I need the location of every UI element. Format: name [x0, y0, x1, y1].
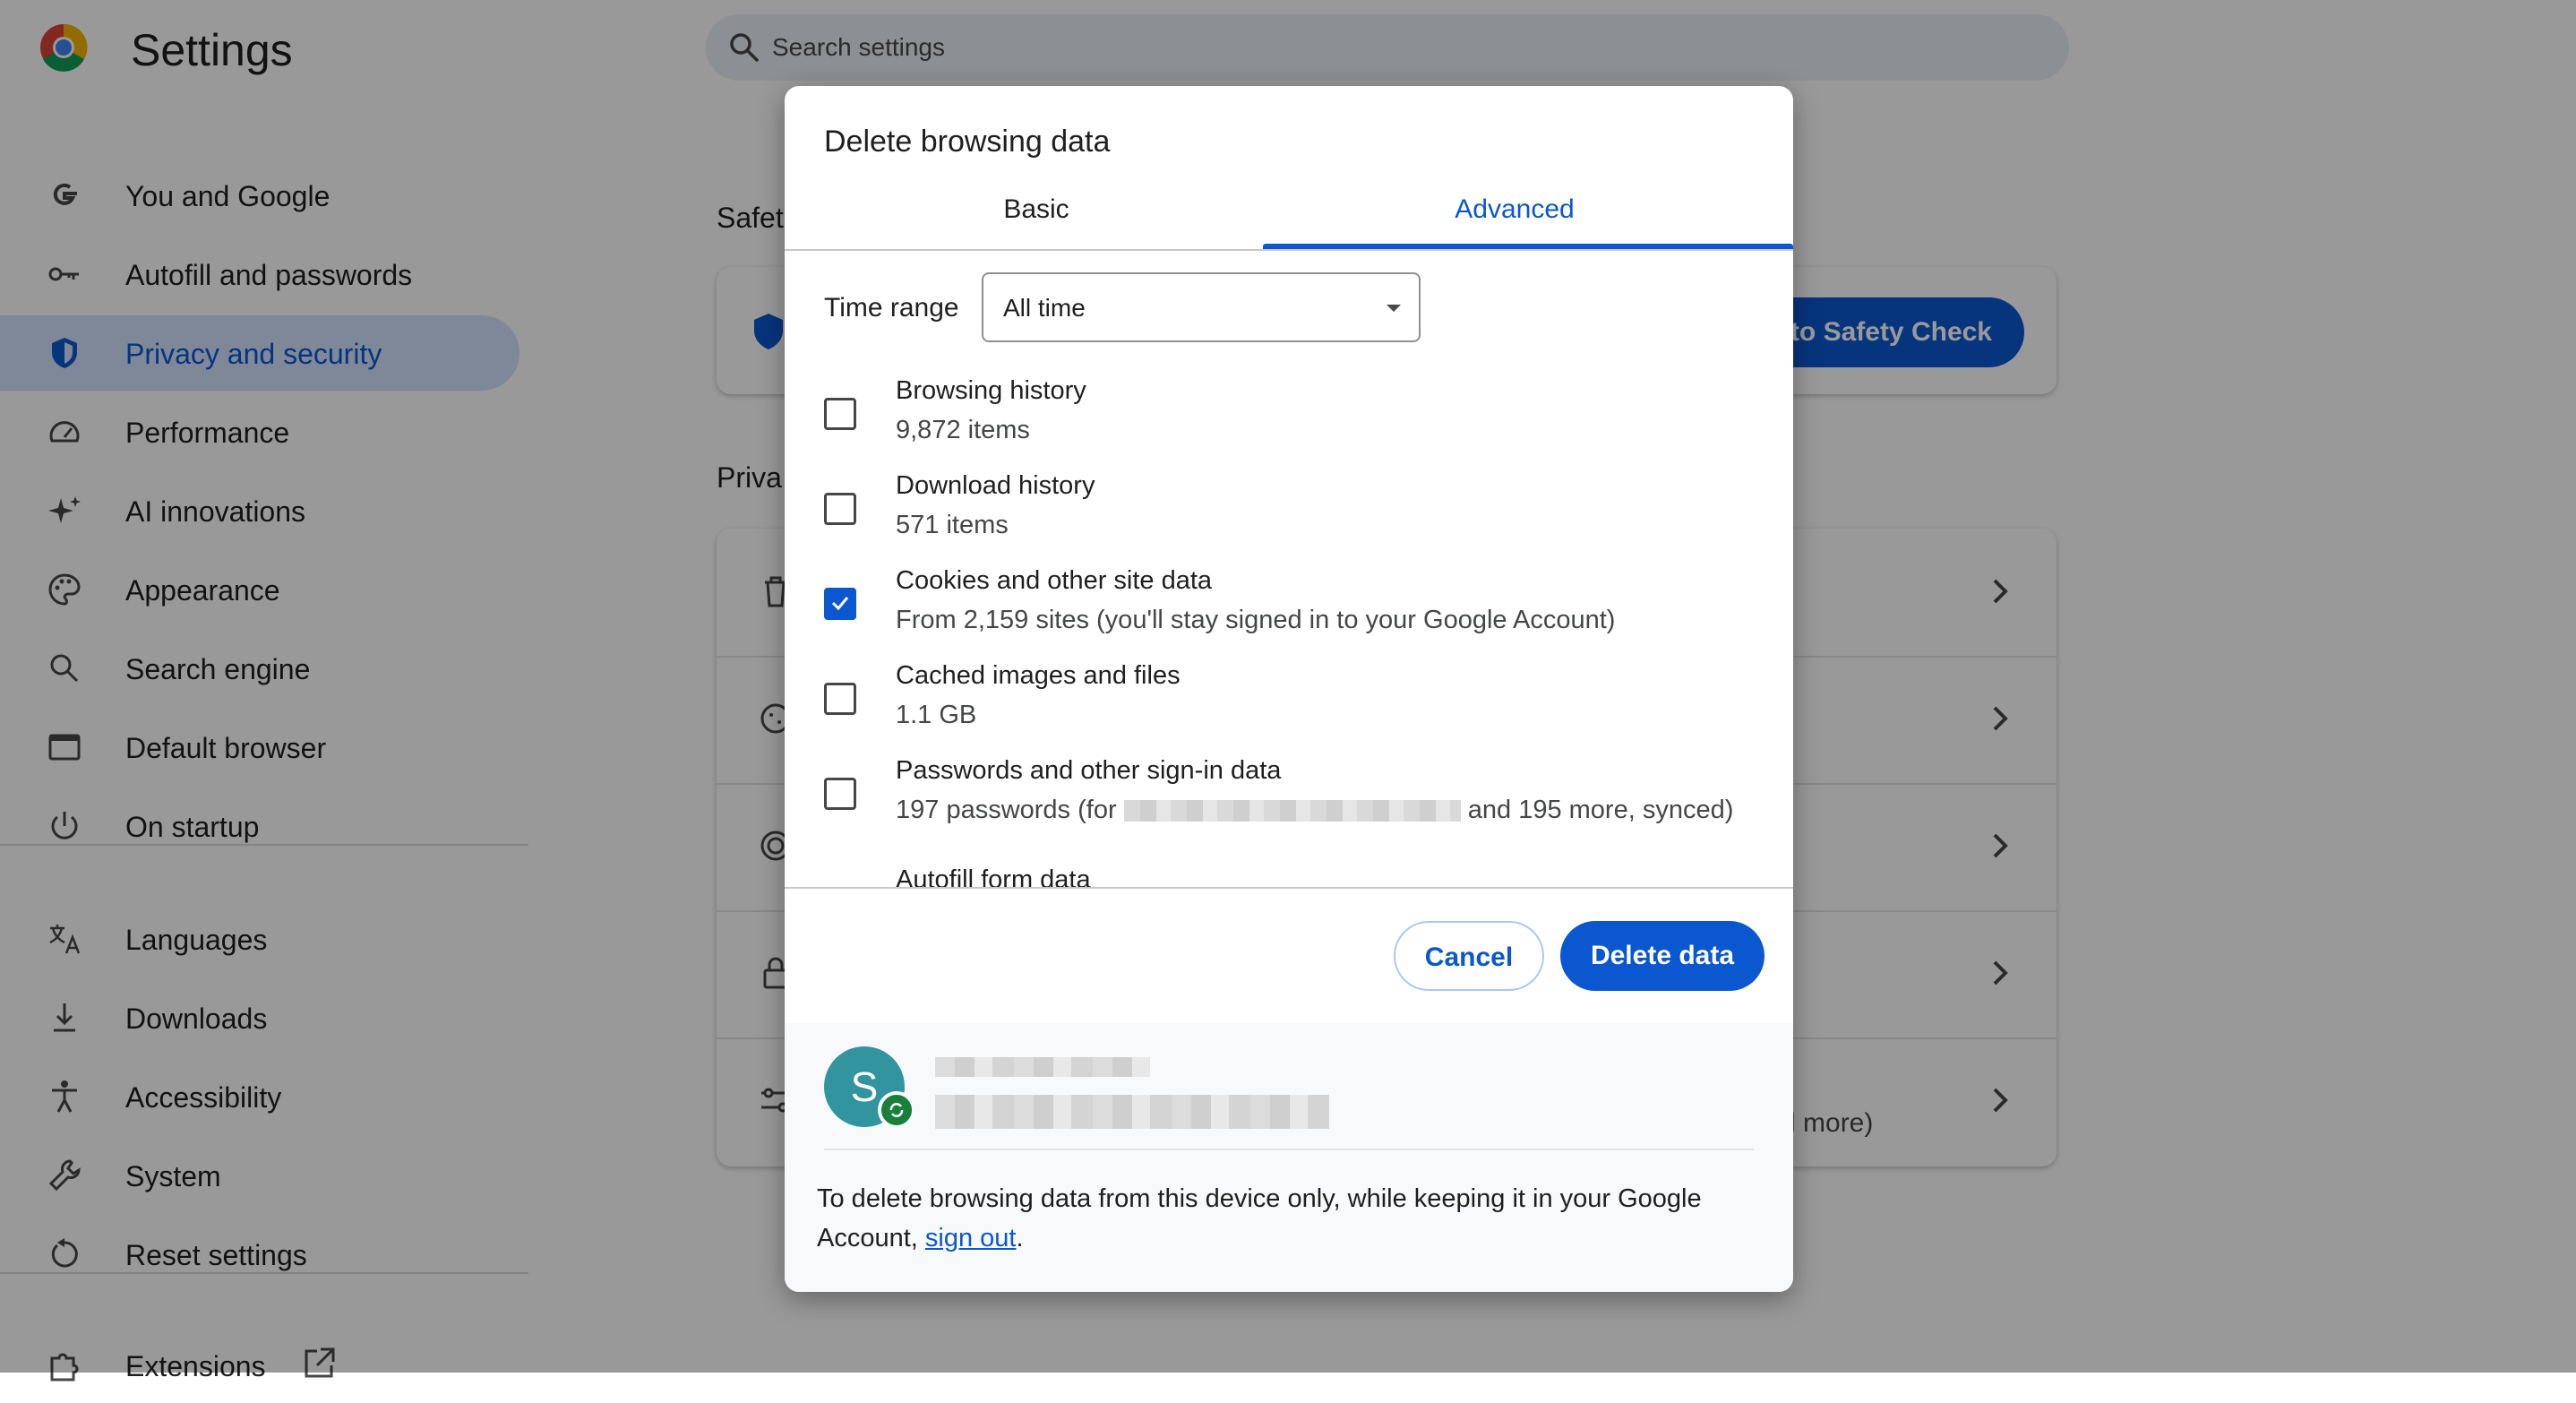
download-history-checkbox[interactable] [824, 493, 856, 525]
redacted-text [1123, 800, 1461, 822]
tab-basic[interactable]: Basic [785, 194, 1288, 226]
sync-badge [878, 1091, 915, 1129]
option-subtitle: From 2,159 sites (you'll stay signed in … [896, 606, 1616, 634]
option-subtitle: 571 items [896, 511, 1009, 539]
option-title: Passwords and other sign-in data [896, 756, 1282, 785]
subtitle-prefix: 197 passwords (for [896, 796, 1117, 824]
sign-out-link[interactable]: sign out [925, 1224, 1017, 1252]
notice-end: . [1016, 1224, 1024, 1252]
redacted-account-name [935, 1057, 1150, 1077]
delete-data-button[interactable]: Delete data [1560, 921, 1765, 991]
option-title: Download history [896, 471, 1095, 500]
tab-advanced[interactable]: Advanced [1263, 194, 1766, 226]
time-range-value: All time [1003, 294, 1086, 322]
cookies-checkbox[interactable] [824, 588, 856, 620]
delete-browsing-data-dialog: Delete browsing data Basic Advanced Time… [785, 86, 1793, 1292]
time-range-select[interactable]: All time [982, 272, 1421, 342]
option-title: Cached images and files [896, 661, 1181, 690]
option-subtitle: 197 passwords (for and 195 more, synced) [896, 794, 1733, 826]
option-title: Cookies and other site data [896, 566, 1213, 595]
option-subtitle: 9,872 items [896, 416, 1030, 444]
sync-icon [889, 1103, 904, 1117]
checkmark-icon [831, 597, 849, 611]
dialog-title: Delete browsing data [824, 125, 1111, 159]
option-browsing-history[interactable]: Browsing history 9,872 items [785, 376, 1793, 477]
option-passwords[interactable]: Passwords and other sign-in data 197 pas… [785, 756, 1793, 856]
option-cookies[interactable]: Cookies and other site data From 2,159 s… [785, 566, 1793, 667]
footer-divider [824, 1149, 1754, 1150]
cached-images-checkbox[interactable] [824, 683, 856, 715]
option-download-history[interactable]: Download history 571 items [785, 471, 1793, 572]
sign-out-notice: To delete browsing data from this device… [817, 1179, 1766, 1258]
time-range-label: Time range [824, 293, 959, 323]
tab-divider [785, 249, 1793, 251]
browsing-history-checkbox[interactable] [824, 398, 856, 430]
subtitle-suffix: and 195 more, synced) [1467, 796, 1734, 824]
redacted-account-email [935, 1095, 1329, 1129]
option-subtitle: 1.1 GB [896, 701, 977, 729]
passwords-checkbox[interactable] [824, 778, 856, 810]
dropdown-arrow-icon [1387, 305, 1401, 312]
cancel-button[interactable]: Cancel [1394, 921, 1544, 991]
option-title: Browsing history [896, 376, 1086, 405]
option-cached-images[interactable]: Cached images and files 1.1 GB [785, 661, 1793, 762]
